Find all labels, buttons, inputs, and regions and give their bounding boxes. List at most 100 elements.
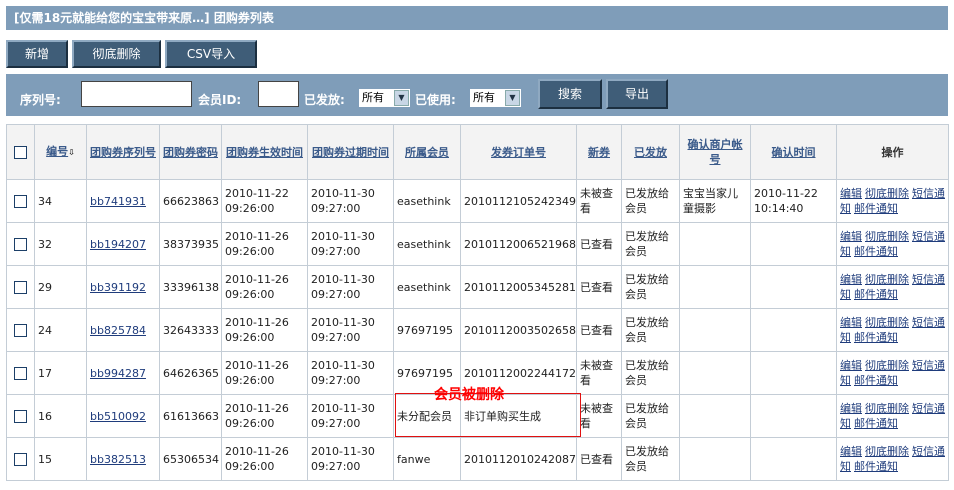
delete-link[interactable]: 彻底删除 <box>865 316 909 329</box>
edit-link[interactable]: 编辑 <box>840 445 862 458</box>
member-id-input[interactable] <box>258 81 299 107</box>
cell-issued: 已发放给会员 <box>621 308 680 352</box>
row-select-cell <box>6 437 35 481</box>
serial-link[interactable]: bb994287 <box>90 367 146 380</box>
edit-link[interactable]: 编辑 <box>840 187 862 200</box>
cell-password: 66623863 <box>159 179 222 223</box>
mail-notify-link[interactable]: 邮件通知 <box>854 288 898 301</box>
row-checkbox[interactable] <box>14 238 27 251</box>
col-issued[interactable]: 已发放 <box>621 124 680 180</box>
delete-link[interactable]: 彻底删除 <box>865 230 909 243</box>
col-password[interactable]: 团购券密码 <box>159 124 222 180</box>
row-select-cell <box>6 394 35 438</box>
chevron-down-icon: ▼ <box>394 90 409 106</box>
edit-link[interactable]: 编辑 <box>840 316 862 329</box>
col-member[interactable]: 所属会员 <box>393 124 461 180</box>
delete-link[interactable]: 彻底删除 <box>865 445 909 458</box>
used-select[interactable]: 所有 ▼ <box>469 88 522 108</box>
mail-notify-link[interactable]: 邮件通知 <box>854 417 898 430</box>
cell-start-time: 2010-11-26 09:26:00 <box>221 222 308 266</box>
delete-link[interactable]: 彻底删除 <box>865 359 909 372</box>
col-end-time[interactable]: 团购券过期时间 <box>307 124 394 180</box>
row-actions: 编辑 彻底删除 短信通知 邮件通知 <box>836 222 949 266</box>
add-button[interactable]: 新增 <box>6 40 68 68</box>
col-merchant[interactable]: 确认商户帐号 <box>679 124 751 180</box>
coupon-table: 编号⇩ 团购券序列号 团购券密码 团购券生效时间 团购券过期时间 所属会员 发券… <box>6 124 949 481</box>
col-confirm-time[interactable]: 确认时间 <box>750 124 837 180</box>
cell-new: 未被查看 <box>576 394 622 438</box>
cell-member: easethink <box>393 222 461 266</box>
cell-serial: bb510092 <box>86 394 160 438</box>
mail-notify-link[interactable]: 邮件通知 <box>854 460 898 473</box>
cell-end-time: 2010-11-30 09:27:00 <box>307 222 394 266</box>
serial-link[interactable]: bb510092 <box>90 410 146 423</box>
delete-all-button[interactable]: 彻底删除 <box>72 40 161 68</box>
csv-import-button[interactable]: CSV导入 <box>165 40 257 68</box>
serial-link[interactable]: bb194207 <box>90 238 146 251</box>
serial-input[interactable] <box>81 81 192 107</box>
edit-link[interactable]: 编辑 <box>840 359 862 372</box>
col-serial[interactable]: 团购券序列号 <box>86 124 160 180</box>
edit-link[interactable]: 编辑 <box>840 230 862 243</box>
cell-issued: 已发放给会员 <box>621 351 680 395</box>
row-checkbox[interactable] <box>14 453 27 466</box>
row-actions: 编辑 彻底删除 短信通知 邮件通知 <box>836 179 949 223</box>
cell-confirm-time <box>750 222 837 266</box>
serial-link[interactable]: bb391192 <box>90 281 146 294</box>
col-new[interactable]: 新券 <box>576 124 622 180</box>
cell-confirm-time <box>750 265 837 309</box>
row-checkbox[interactable] <box>14 324 27 337</box>
col-ops: 操作 <box>836 124 949 180</box>
cell-id: 29 <box>34 265 87 309</box>
serial-link[interactable]: bb382513 <box>90 453 146 466</box>
col-id[interactable]: 编号⇩ <box>34 124 87 180</box>
member-id-label: 会员ID: <box>198 93 242 107</box>
col-start-time[interactable]: 团购券生效时间 <box>221 124 308 180</box>
search-button[interactable]: 搜索 <box>538 79 602 109</box>
cell-password: 32643333 <box>159 308 222 352</box>
mail-notify-link[interactable]: 邮件通知 <box>854 245 898 258</box>
cell-merchant <box>679 437 751 481</box>
edit-link[interactable]: 编辑 <box>840 273 862 286</box>
table-row: 15 bb382513 65306534 2010-11-26 09:26:00 201… <box>6 437 949 481</box>
row-select-cell <box>6 222 35 266</box>
issued-select[interactable]: 所有 ▼ <box>358 88 411 108</box>
row-checkbox[interactable] <box>14 367 27 380</box>
delete-link[interactable]: 彻底删除 <box>865 273 909 286</box>
chevron-down-icon: ▼ <box>505 90 520 106</box>
cell-merchant <box>679 351 751 395</box>
delete-link[interactable]: 彻底删除 <box>865 402 909 415</box>
cell-end-time: 2010-11-30 09:27:00 <box>307 179 394 223</box>
select-all-cell <box>6 124 35 180</box>
delete-link[interactable]: 彻底删除 <box>865 187 909 200</box>
cell-id: 16 <box>34 394 87 438</box>
cell-order: 20101120102420874 <box>460 437 577 481</box>
select-all-checkbox[interactable] <box>14 146 27 159</box>
cell-confirm-time: 2010-11-22 10:14:40 <box>750 179 837 223</box>
export-button[interactable]: 导出 <box>606 79 668 109</box>
cell-confirm-time <box>750 308 837 352</box>
cell-issued: 已发放给会员 <box>621 265 680 309</box>
mail-notify-link[interactable]: 邮件通知 <box>854 202 898 215</box>
cell-password: 33396138 <box>159 265 222 309</box>
row-checkbox[interactable] <box>14 195 27 208</box>
row-select-cell <box>6 351 35 395</box>
cell-end-time: 2010-11-30 09:27:00 <box>307 394 394 438</box>
cell-new: 未被查看 <box>576 351 622 395</box>
cell-start-time: 2010-11-26 09:26:00 <box>221 394 308 438</box>
mail-notify-link[interactable]: 邮件通知 <box>854 331 898 344</box>
cell-merchant: 宝宝当家儿童摄影 <box>679 179 751 223</box>
row-checkbox[interactable] <box>14 281 27 294</box>
col-order[interactable]: 发券订单号 <box>460 124 577 180</box>
cell-end-time: 2010-11-30 09:27:00 <box>307 351 394 395</box>
cell-merchant <box>679 265 751 309</box>
serial-link[interactable]: bb741931 <box>90 195 146 208</box>
page-title: [仅需18元就能给您的宝宝带来原…] 团购券列表 <box>6 6 948 30</box>
mail-notify-link[interactable]: 邮件通知 <box>854 374 898 387</box>
row-checkbox[interactable] <box>14 410 27 423</box>
edit-link[interactable]: 编辑 <box>840 402 862 415</box>
serial-link[interactable]: bb825784 <box>90 324 146 337</box>
cell-id: 24 <box>34 308 87 352</box>
cell-start-time: 2010-11-26 09:26:00 <box>221 351 308 395</box>
row-actions: 编辑 彻底删除 短信通知 邮件通知 <box>836 394 949 438</box>
